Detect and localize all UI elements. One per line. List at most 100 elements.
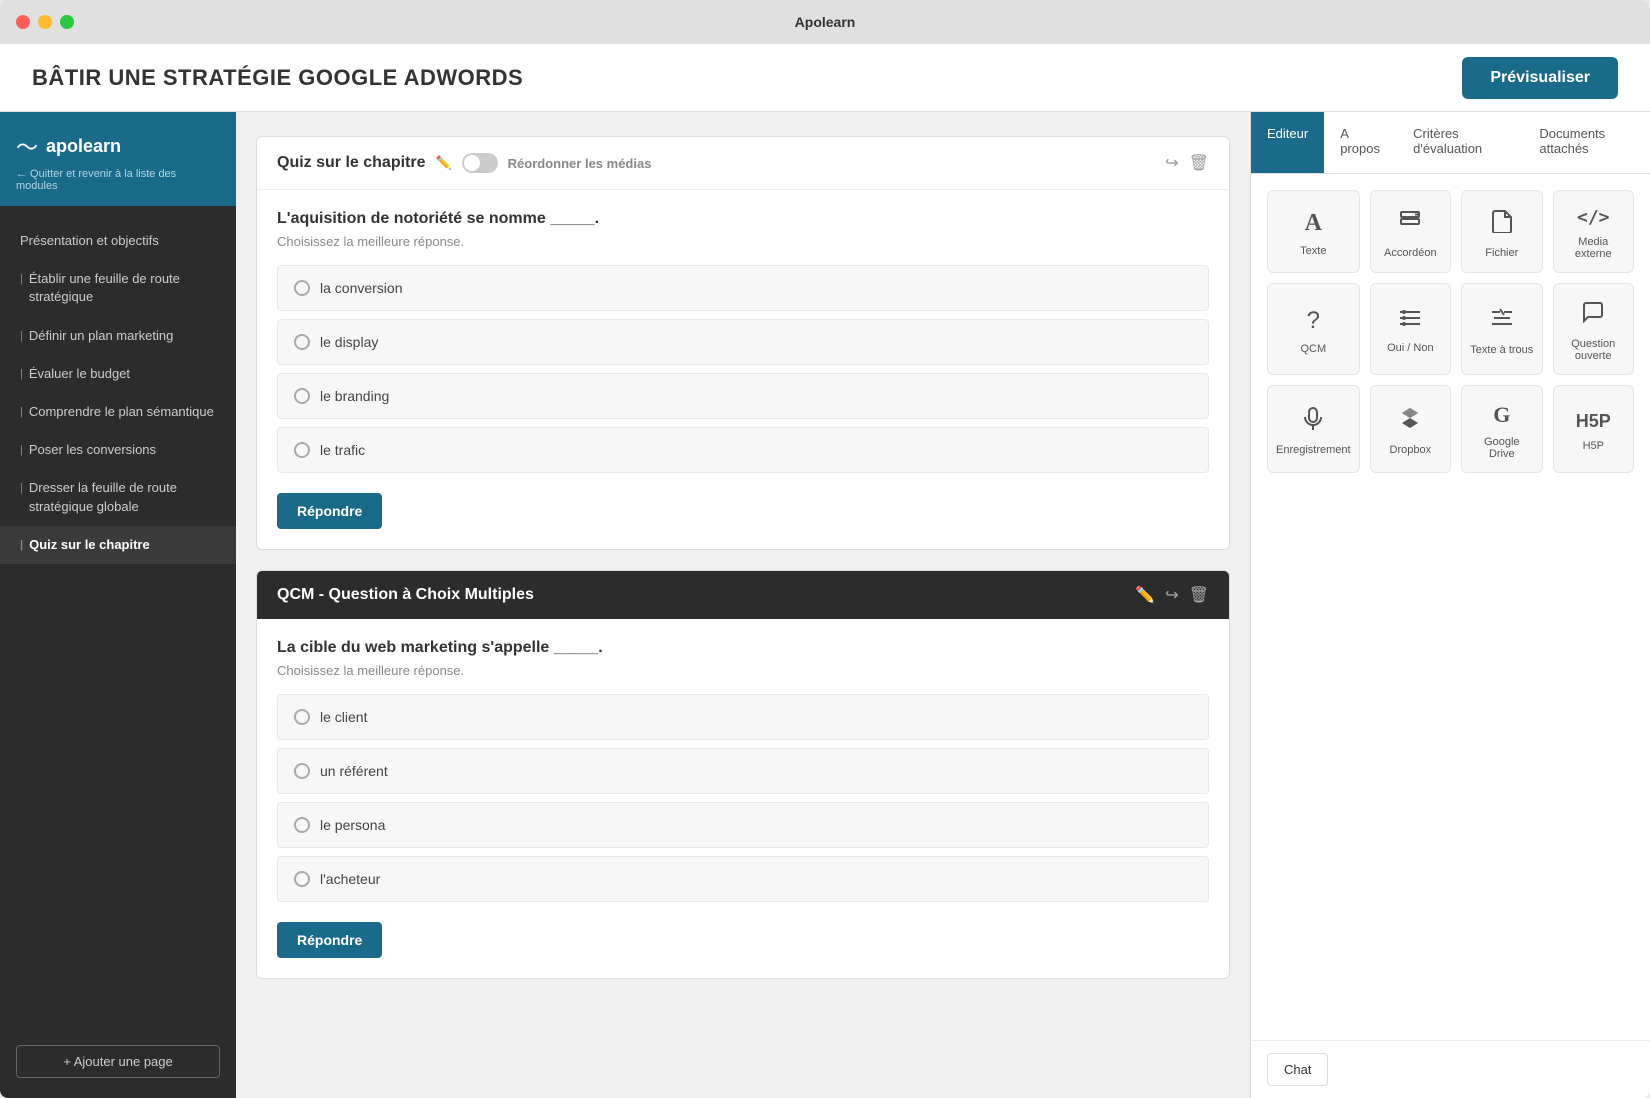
toggle-switch[interactable] <box>462 153 498 173</box>
block-oui-non[interactable]: Oui / Non <box>1370 283 1451 375</box>
quiz2-body: La cible du web marketing s'appelle ____… <box>257 619 1229 978</box>
option-label: la conversion <box>320 280 403 296</box>
block-google-drive[interactable]: G Google Drive <box>1461 385 1542 473</box>
quiz2-option-0[interactable]: le client <box>277 694 1209 740</box>
tab-criteres[interactable]: Critères d'évaluation <box>1397 112 1523 173</box>
qcm-icon: ? <box>1307 307 1320 335</box>
sidebar-item-feuille-route[interactable]: | Établir une feuille de route stratégiq… <box>0 260 236 316</box>
block-qcm-label: QCM <box>1300 343 1326 355</box>
block-oui-non-label: Oui / Non <box>1387 342 1433 354</box>
block-texte[interactable]: A Texte <box>1267 190 1360 273</box>
option-label: le trafic <box>320 442 365 458</box>
top-bar: BÂTIR UNE STRATÉGIE GOOGLE ADWORDS Prévi… <box>0 44 1650 112</box>
quiz1-option-0[interactable]: la conversion <box>277 265 1209 311</box>
sidebar-item-label: Présentation et objectifs <box>20 232 159 250</box>
right-panel: Editeur A propos Critères d'évaluation D… <box>1250 112 1650 1098</box>
sidebar-item-conversions[interactable]: | Poser les conversions <box>0 431 236 469</box>
quiz1-actions: ↪ 🗑 <box>1165 153 1209 173</box>
sidebar-item-label: Comprendre le plan sémantique <box>29 403 214 421</box>
sidebar-item-feuille-route-globale[interactable]: | Dresser la feuille de route stratégiqu… <box>0 469 236 525</box>
quiz1-option-1[interactable]: le display <box>277 319 1209 365</box>
quiz2-respond-button[interactable]: Répondre <box>277 922 382 958</box>
logo-text: apolearn <box>46 136 121 157</box>
sidebar-item-label: Poser les conversions <box>29 441 156 459</box>
block-accordeon[interactable]: Accordéon <box>1370 190 1451 273</box>
option-label: le persona <box>320 817 385 833</box>
reorder-label: Réordonner les médias <box>508 156 652 171</box>
block-fichier-label: Fichier <box>1485 247 1518 259</box>
sidebar-item-quiz[interactable]: | Quiz sur le chapitre <box>0 526 236 564</box>
block-qcm[interactable]: ? QCM <box>1267 283 1360 375</box>
bullet-icon: | <box>20 481 23 496</box>
sidebar-logo: 〜 apolearn ← Quitter et revenir à la lis… <box>0 112 236 206</box>
block-enregistrement[interactable]: Enregistrement <box>1267 385 1360 473</box>
share-icon[interactable]: ↪ <box>1165 153 1178 173</box>
option-label: un référent <box>320 763 388 779</box>
sidebar-item-plan-semantique[interactable]: | Comprendre le plan sémantique <box>0 393 236 431</box>
quiz1-option-3[interactable]: le trafic <box>277 427 1209 473</box>
block-fichier[interactable]: Fichier <box>1461 190 1542 273</box>
logo-area: 〜 apolearn <box>16 130 220 162</box>
main-content: Quiz sur le chapitre ✏️ Réordonner les m… <box>236 112 1650 1098</box>
option-label: l'acheteur <box>320 871 380 887</box>
minimize-window-control[interactable] <box>38 15 52 29</box>
sidebar-item-label: Définir un plan marketing <box>29 327 174 345</box>
option-label: le client <box>320 709 367 725</box>
block-media-externe[interactable]: </> Media externe <box>1553 190 1634 273</box>
maximize-window-control[interactable] <box>60 15 74 29</box>
main-window: BÂTIR UNE STRATÉGIE GOOGLE ADWORDS Prévi… <box>0 44 1650 1098</box>
radio-circle <box>294 763 310 779</box>
quiz2-option-1[interactable]: un référent <box>277 748 1209 794</box>
back-link[interactable]: ← Quitter et revenir à la liste des modu… <box>16 168 220 192</box>
quiz1-option-2[interactable]: le branding <box>277 373 1209 419</box>
google-drive-icon: G <box>1493 402 1510 428</box>
block-google-drive-label: Google Drive <box>1470 436 1533 460</box>
delete-icon[interactable]: 🗑 <box>1189 585 1209 605</box>
sidebar-item-presentation[interactable]: Présentation et objectifs <box>0 222 236 260</box>
sidebar-item-label: Dresser la feuille de route stratégique … <box>29 479 216 515</box>
sidebar-item-label: Établir une feuille de route stratégique <box>29 270 216 306</box>
block-dropbox-label: Dropbox <box>1390 444 1432 456</box>
block-question-ouverte-label: Question ouverte <box>1562 338 1625 362</box>
block-question-ouverte[interactable]: Question ouverte <box>1553 283 1634 375</box>
quiz1-header-actions: ↪ 🗑 <box>1165 153 1209 173</box>
preview-button[interactable]: Prévisualiser <box>1462 57 1618 99</box>
quiz2-option-3[interactable]: l'acheteur <box>277 856 1209 902</box>
block-enregistrement-label: Enregistrement <box>1276 444 1351 456</box>
sidebar-item-budget[interactable]: | Évaluer le budget <box>0 355 236 393</box>
block-texte-label: Texte <box>1300 245 1326 257</box>
chat-button[interactable]: Chat <box>1267 1053 1328 1086</box>
quiz1-card: Quiz sur le chapitre ✏️ Réordonner les m… <box>256 136 1230 550</box>
tab-apropos[interactable]: A propos <box>1324 112 1397 173</box>
quiz1-respond-button[interactable]: Répondre <box>277 493 382 529</box>
block-texte-a-trous[interactable]: Texte à trous <box>1461 283 1542 375</box>
add-page-button[interactable]: + Ajouter une page <box>16 1045 220 1078</box>
bullet-icon: | <box>20 272 23 287</box>
quiz1-title-text: Quiz sur le chapitre <box>277 154 425 172</box>
texte-icon: A <box>1305 210 1322 237</box>
block-h5p[interactable]: H5P H5P <box>1553 385 1634 473</box>
sidebar-item-plan-marketing[interactable]: | Définir un plan marketing <box>0 317 236 355</box>
window-controls <box>16 15 74 29</box>
bullet-icon: | <box>20 405 23 420</box>
tab-editeur[interactable]: Editeur <box>1251 112 1324 173</box>
block-dropbox[interactable]: Dropbox <box>1370 385 1451 473</box>
close-window-control[interactable] <box>16 15 30 29</box>
radio-circle <box>294 388 310 404</box>
oui-non-icon <box>1398 308 1422 334</box>
edit-icon[interactable]: ✏️ <box>1135 585 1155 605</box>
radio-circle <box>294 817 310 833</box>
window-title: Apolearn <box>795 14 856 30</box>
quiz2-card: QCM - Question à Choix Multiples ✏️ ↪ 🗑 … <box>256 570 1230 979</box>
delete-icon[interactable]: 🗑 <box>1189 153 1209 173</box>
dropbox-icon <box>1398 406 1422 436</box>
content-area: 〜 apolearn ← Quitter et revenir à la lis… <box>0 112 1650 1098</box>
share-icon[interactable]: ↪ <box>1165 585 1178 605</box>
block-h5p-label: H5P <box>1583 440 1604 452</box>
editor-blocks-grid: A Texte Accordéon <box>1267 190 1634 473</box>
edit-icon[interactable]: ✏️ <box>435 155 451 171</box>
quiz2-option-2[interactable]: le persona <box>277 802 1209 848</box>
accordeon-icon <box>1398 209 1422 239</box>
tab-documents[interactable]: Documents attachés <box>1523 112 1650 173</box>
bullet-icon: | <box>20 367 23 382</box>
